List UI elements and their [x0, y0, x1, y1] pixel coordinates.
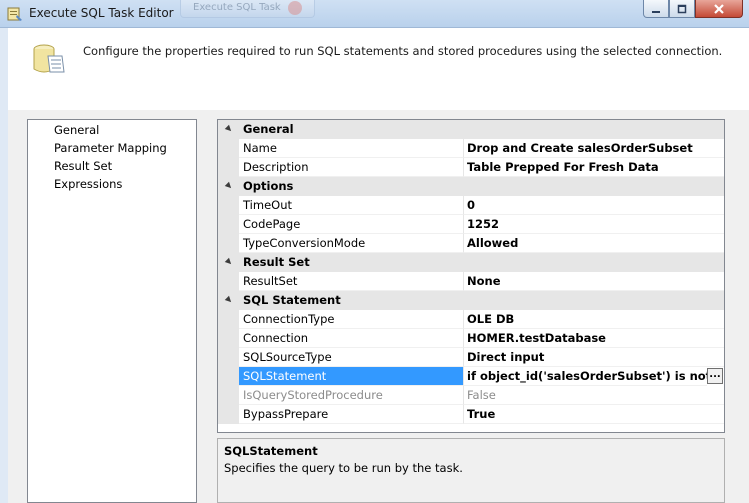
property-value[interactable]: Table Prepped For Fresh Data: [464, 158, 724, 177]
minimize-icon: [652, 10, 660, 13]
collapse-arrow-icon[interactable]: [224, 295, 234, 305]
title-bar[interactable]: Execute SQL Task Editor Execute SQL Task: [0, 0, 749, 28]
database-script-icon: [33, 44, 65, 73]
property-row-sqlstatement[interactable]: SQLStatement if object_id('salesOrderSub…: [218, 367, 724, 386]
property-name: SQLSourceType: [239, 348, 464, 367]
property-name: ResultSet: [239, 272, 464, 291]
maximize-icon: [677, 4, 687, 13]
nav-item-expressions[interactable]: Expressions: [54, 175, 122, 193]
property-description-panel: SQLStatement Specifies the query to be r…: [217, 438, 725, 503]
row-gutter: [218, 386, 239, 405]
row-gutter: [218, 196, 239, 215]
header-panel: Configure the properties required to run…: [8, 28, 749, 120]
property-name: TimeOut: [239, 196, 464, 215]
property-row-typeconversionmode[interactable]: TypeConversionMode Allowed: [218, 234, 724, 253]
property-name: ConnectionType: [239, 310, 464, 329]
category-label: General: [243, 122, 294, 136]
page-navigation-list[interactable]: General Parameter Mapping Result Set Exp…: [27, 119, 197, 503]
edit-sql-ellipsis-button[interactable]: ...: [707, 368, 723, 384]
close-icon: [714, 3, 724, 14]
category-general[interactable]: General: [218, 120, 724, 139]
sqlstatement-value-input[interactable]: if object_id('salesOrderSubset') is not …: [464, 367, 707, 386]
row-gutter: [218, 272, 239, 291]
property-name: Description: [239, 158, 464, 177]
sql-task-icon: [7, 7, 22, 21]
description-title: SQLStatement: [224, 444, 318, 458]
collapse-arrow-icon[interactable]: [224, 181, 234, 191]
property-name: SQLStatement: [239, 367, 464, 386]
property-grid[interactable]: General Name Drop and Create salesOrderS…: [217, 119, 725, 433]
property-name: IsQueryStoredProcedure: [239, 386, 464, 405]
row-gutter: [218, 367, 239, 386]
row-gutter: [218, 139, 239, 158]
property-value[interactable]: True: [464, 405, 724, 424]
category-label: Result Set: [243, 255, 310, 269]
row-gutter: [218, 158, 239, 177]
property-name: Connection: [239, 329, 464, 348]
category-label: Options: [243, 179, 294, 193]
minimize-button[interactable]: [643, 0, 669, 18]
property-value: False: [464, 386, 724, 405]
dialog-window: Execute SQL Task Editor Execute SQL Task…: [0, 0, 749, 503]
collapse-arrow-icon[interactable]: [224, 257, 234, 267]
row-gutter: [218, 348, 239, 367]
property-row-sqlsourcetype[interactable]: SQLSourceType Direct input: [218, 348, 724, 367]
property-row-resultset[interactable]: ResultSet None: [218, 272, 724, 291]
category-options[interactable]: Options: [218, 177, 724, 196]
window-title: Execute SQL Task Editor: [29, 6, 174, 20]
property-row-bypassprepare[interactable]: BypassPrepare True: [218, 405, 724, 424]
property-value[interactable]: Drop and Create salesOrderSubset: [464, 139, 724, 158]
row-gutter: [218, 234, 239, 253]
close-button[interactable]: [695, 0, 743, 18]
property-row-name[interactable]: Name Drop and Create salesOrderSubset: [218, 139, 724, 158]
property-name: Name: [239, 139, 464, 158]
property-row-connection[interactable]: Connection HOMER.testDatabase: [218, 329, 724, 348]
maximize-button[interactable]: [669, 0, 695, 18]
property-value[interactable]: Direct input: [464, 348, 724, 367]
property-row-timeout[interactable]: TimeOut 0: [218, 196, 724, 215]
row-gutter: [218, 215, 239, 234]
property-row-description[interactable]: Description Table Prepped For Fresh Data: [218, 158, 724, 177]
header-description: Configure the properties required to run…: [83, 44, 723, 58]
row-gutter: [218, 310, 239, 329]
category-sql-statement[interactable]: SQL Statement: [218, 291, 724, 310]
property-value[interactable]: None: [464, 272, 724, 291]
collapse-arrow-icon[interactable]: [224, 124, 234, 134]
property-value[interactable]: Allowed: [464, 234, 724, 253]
property-name: CodePage: [239, 215, 464, 234]
property-name: TypeConversionMode: [239, 234, 464, 253]
property-value[interactable]: HOMER.testDatabase: [464, 329, 724, 348]
property-row-codepage[interactable]: CodePage 1252: [218, 215, 724, 234]
window-left-frame: [0, 28, 8, 503]
property-row-connectiontype[interactable]: ConnectionType OLE DB: [218, 310, 724, 329]
nav-item-general[interactable]: General: [54, 121, 99, 139]
nav-item-result-set[interactable]: Result Set: [54, 157, 112, 175]
property-row-isquerystoredprocedure[interactable]: IsQueryStoredProcedure False: [218, 386, 724, 405]
row-gutter: [218, 329, 239, 348]
row-gutter: [218, 405, 239, 424]
description-text: Specifies the query to be run by the tas…: [224, 461, 463, 475]
property-value[interactable]: 0: [464, 196, 724, 215]
category-label: SQL Statement: [243, 293, 341, 307]
background-tab-close-icon: [288, 1, 302, 15]
category-result-set[interactable]: Result Set: [218, 253, 724, 272]
property-value[interactable]: OLE DB: [464, 310, 724, 329]
property-name: BypassPrepare: [239, 405, 464, 424]
property-value[interactable]: 1252: [464, 215, 724, 234]
nav-item-parameter-mapping[interactable]: Parameter Mapping: [54, 139, 167, 157]
